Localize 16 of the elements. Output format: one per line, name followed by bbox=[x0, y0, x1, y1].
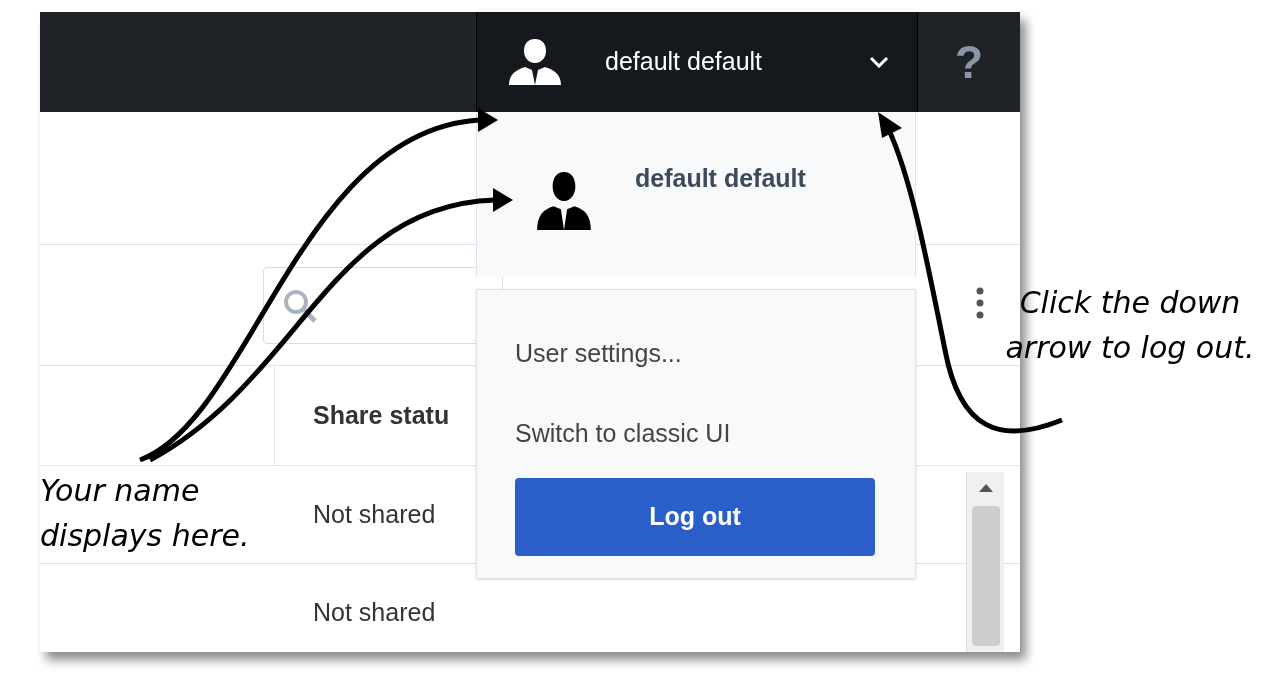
scrollbar-thumb[interactable] bbox=[971, 506, 1000, 646]
profile-name: default default bbox=[635, 163, 806, 194]
annotation-text: Click the down arrow to log out. bbox=[1004, 284, 1256, 367]
help-button[interactable]: ? bbox=[918, 12, 1020, 112]
user-name: default default bbox=[605, 46, 764, 78]
menu-item[interactable]: User settings... bbox=[515, 314, 877, 394]
user-menu-button[interactable]: default default bbox=[476, 12, 918, 112]
chevron-down-icon bbox=[869, 56, 889, 68]
table-cell-text: Not shared bbox=[312, 596, 436, 628]
menu-item[interactable]: Switch to classic UI bbox=[515, 394, 877, 474]
scroll-up-icon[interactable] bbox=[978, 484, 993, 492]
table-cell-text: Not shared bbox=[312, 498, 436, 530]
more-options-icon bbox=[976, 287, 984, 319]
annotation-text: Your name displays here. bbox=[40, 472, 251, 555]
logout-button[interactable]: Log out bbox=[515, 478, 875, 556]
column-header[interactable]: Share statu bbox=[275, 366, 450, 465]
